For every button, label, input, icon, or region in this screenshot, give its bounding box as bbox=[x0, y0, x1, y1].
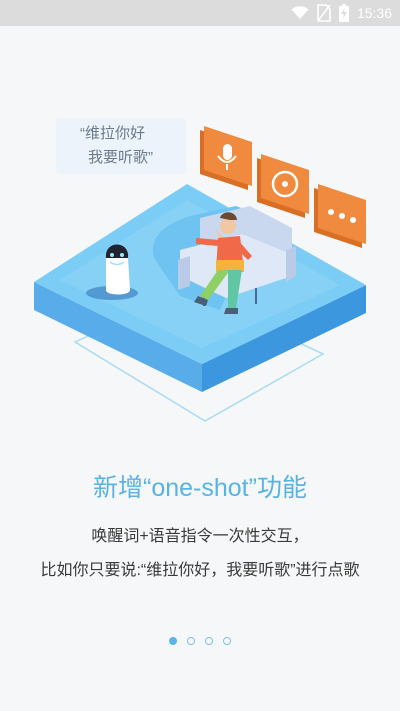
status-bar: 15:36 bbox=[0, 0, 400, 26]
no-sim-icon bbox=[317, 4, 331, 22]
speech-bubble: “维拉你好 我要听歌” bbox=[56, 118, 186, 174]
feature-description-line-2: 比如你只要说:“维拉你好，我要听歌”进行点歌 bbox=[40, 562, 360, 579]
page-dot-3[interactable] bbox=[205, 637, 213, 645]
speech-line-2: 我要听歌” bbox=[88, 149, 153, 166]
microphone-icon bbox=[200, 126, 252, 190]
status-icons: 15:36 bbox=[291, 3, 392, 23]
status-time: 15:36 bbox=[356, 5, 392, 21]
more-dots-icon bbox=[314, 184, 366, 248]
speech-line-1: “维拉你好 bbox=[80, 125, 145, 142]
feature-description-line-1: 唤醒词+语音指令一次性交互， bbox=[91, 528, 309, 545]
battery-charging-icon bbox=[338, 4, 349, 22]
page-dot-2[interactable] bbox=[187, 637, 195, 645]
wifi-icon bbox=[291, 6, 309, 19]
page-indicator bbox=[0, 637, 400, 645]
music-disc-icon bbox=[257, 154, 309, 218]
page-dot-4[interactable] bbox=[223, 637, 231, 645]
feature-title: 新增“one-shot”功能 bbox=[93, 474, 307, 502]
page-dot-1[interactable] bbox=[169, 637, 177, 645]
